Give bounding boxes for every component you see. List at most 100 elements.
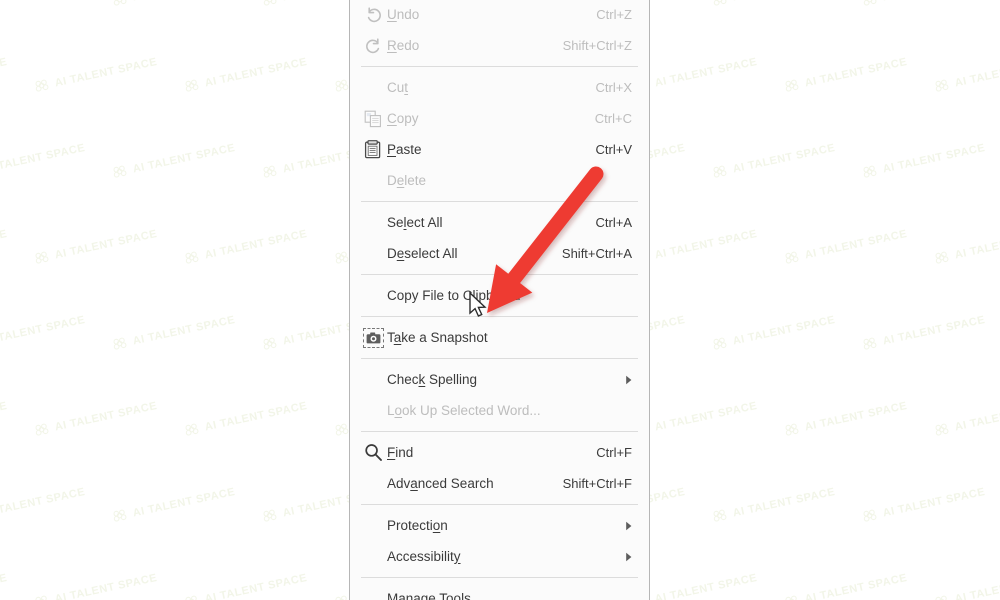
snapshot-camera-icon xyxy=(366,332,380,343)
menu-item-take-a-snapshot[interactable]: Take a Snapshot xyxy=(350,322,649,353)
watermark: AI TALENT SPACE xyxy=(710,311,837,354)
search-magnifier-icon xyxy=(364,444,382,461)
brain-logo-icon xyxy=(785,251,799,264)
chevron-right-icon xyxy=(626,375,632,384)
watermark: AI TALENT SPACE xyxy=(32,569,159,600)
menu-item-icon-slot xyxy=(359,473,387,495)
watermark: AI TALENT SPACE xyxy=(182,397,309,440)
copy-icon xyxy=(359,108,387,130)
watermark: AI TALENT SPACE xyxy=(860,311,987,354)
menu-separator xyxy=(361,274,638,275)
watermark: AI TALENT SPACE xyxy=(0,55,9,89)
menu-item-accessibility[interactable]: Accessibility xyxy=(350,541,649,572)
brain-logo-icon xyxy=(185,423,199,436)
submenu-chevron-right-icon[interactable] xyxy=(625,552,635,562)
menu-item-copy: Copy Ctrl+C xyxy=(350,103,649,134)
menu-item-label: Copy File to Clipboard xyxy=(387,287,521,303)
menu-item-label: Manage Tools xyxy=(387,590,471,600)
brain-logo-icon xyxy=(185,251,199,264)
watermark: AI TALENT SPACE xyxy=(32,397,159,440)
menu-item-icon-slot xyxy=(359,400,387,422)
submenu-chevron-right-icon[interactable] xyxy=(625,375,635,385)
paste-clipboard-icon xyxy=(359,139,387,161)
brain-logo-icon xyxy=(785,423,799,436)
menu-item-label: Copy xyxy=(387,110,419,126)
menu-item-label: Find xyxy=(387,444,414,460)
menu-item-protection[interactable]: Protection xyxy=(350,510,649,541)
menu-separator xyxy=(361,316,638,317)
brain-logo-icon xyxy=(185,79,199,92)
watermark: AI TALENT SPACE xyxy=(32,53,159,96)
menu-item-icon-slot xyxy=(359,243,387,265)
watermark: AI TALENT SPACE xyxy=(632,397,759,440)
watermark: AI TALENT SPACE xyxy=(182,569,309,600)
watermark: AI TALENT SPACE xyxy=(632,225,759,268)
watermark: AI TALENT SPACE xyxy=(932,397,1000,440)
menu-item-manage-tools[interactable]: Manage Tools xyxy=(350,583,649,600)
brain-logo-icon xyxy=(713,509,727,522)
menu-separator xyxy=(361,201,638,202)
watermark: AI TALENT SPACE xyxy=(710,483,837,526)
watermark: AI TALENT SPACE xyxy=(32,225,159,268)
brain-logo-icon xyxy=(863,509,877,522)
menu-item-label: Delete xyxy=(387,172,427,188)
brain-logo-icon xyxy=(785,79,799,92)
edit-context-menu[interactable]: Undo Ctrl+Z Redo Shift+Ctrl+Z Cut Ctrl+X Copy C… xyxy=(349,0,650,600)
redo-icon xyxy=(359,35,387,57)
menu-item-delete: Delete xyxy=(350,165,649,196)
menu-separator xyxy=(361,504,638,505)
watermark: AI TALENT SPACE xyxy=(932,53,1000,96)
menu-item-redo: Redo Shift+Ctrl+Z xyxy=(350,30,649,61)
menu-item-shortcut: Shift+Ctrl+F xyxy=(562,476,632,491)
menu-item-icon-slot xyxy=(359,369,387,391)
brain-logo-icon xyxy=(35,79,49,92)
menu-item-paste[interactable]: Paste Ctrl+V xyxy=(350,134,649,165)
menu-item-find[interactable]: Find Ctrl+F xyxy=(350,437,649,468)
screenshot-canvas: AI TALENT SPACE AI TALENT SPACE AI TALENT … xyxy=(0,0,1000,600)
watermark: AI TALENT SPACE xyxy=(0,141,87,175)
copy-icon xyxy=(364,110,381,127)
undo-icon xyxy=(359,4,387,26)
menu-item-check-spelling[interactable]: Check Spelling xyxy=(350,364,649,395)
brain-logo-icon xyxy=(785,595,797,600)
menu-item-cut: Cut Ctrl+X xyxy=(350,72,649,103)
menu-separator xyxy=(361,358,638,359)
menu-item-shortcut: Shift+Ctrl+Z xyxy=(562,38,632,53)
menu-item-select-all[interactable]: Select All Ctrl+A xyxy=(350,207,649,238)
menu-item-label: Protection xyxy=(387,517,448,533)
watermark: AI TALENT SPACE xyxy=(860,483,987,526)
watermark: AI TALENT SPACE xyxy=(0,0,87,10)
menu-item-look-up-selected-word: Look Up Selected Word... xyxy=(350,395,649,426)
brain-logo-icon xyxy=(35,251,49,264)
menu-item-icon-slot xyxy=(359,170,387,192)
brain-logo-icon xyxy=(113,0,127,6)
menu-separator xyxy=(361,431,638,432)
brain-logo-icon xyxy=(863,165,877,178)
chevron-right-icon xyxy=(626,521,632,530)
watermark: AI TALENT SPACE xyxy=(0,227,9,261)
watermark: AI TALENT SPACE xyxy=(110,483,237,526)
snapshot-selection-box xyxy=(362,327,384,348)
brain-logo-icon xyxy=(35,595,47,600)
brain-logo-icon xyxy=(713,0,727,6)
watermark: AI TALENT SPACE xyxy=(710,139,837,182)
brain-logo-icon xyxy=(113,165,127,178)
menu-item-label: Deselect All xyxy=(387,245,458,261)
brain-logo-icon xyxy=(935,595,947,600)
menu-item-label: Undo xyxy=(387,6,420,22)
menu-item-deselect-all[interactable]: Deselect All Shift+Ctrl+A xyxy=(350,238,649,269)
menu-item-shortcut: Ctrl+F xyxy=(596,445,632,460)
watermark: AI TALENT SPACE xyxy=(710,0,837,10)
watermark: AI TALENT SPACE xyxy=(632,569,759,600)
menu-item-label: Look Up Selected Word... xyxy=(387,402,541,418)
submenu-chevron-right-icon[interactable] xyxy=(625,521,635,531)
menu-item-shortcut: Shift+Ctrl+A xyxy=(561,246,632,261)
brain-logo-icon xyxy=(713,337,727,350)
menu-item-icon-slot xyxy=(359,212,387,234)
watermark: AI TALENT SPACE xyxy=(632,53,759,96)
menu-item-undo: Undo Ctrl+Z xyxy=(350,0,649,30)
watermark: AI TALENT SPACE xyxy=(110,311,237,354)
menu-item-advanced-search[interactable]: Advanced Search Shift+Ctrl+F xyxy=(350,468,649,499)
menu-item-shortcut: Ctrl+V xyxy=(595,142,632,157)
menu-item-copy-file-to-clipboard[interactable]: Copy File to Clipboard xyxy=(350,280,649,311)
